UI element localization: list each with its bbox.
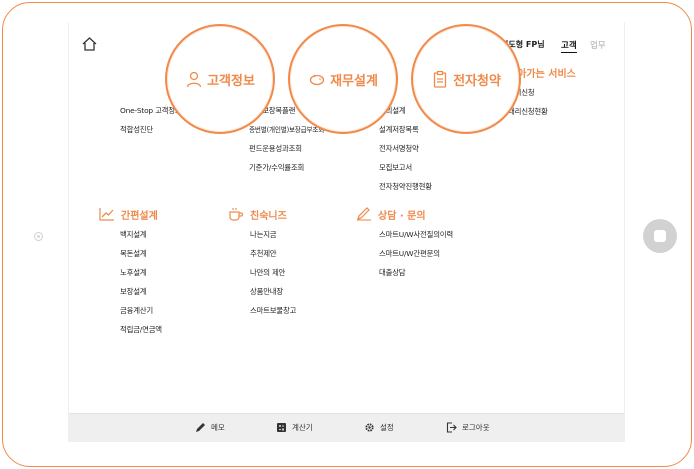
calculator-icon — [277, 423, 286, 432]
consultation-heading: 상담 · 문의 — [356, 207, 453, 222]
simple-design-title: 간편설계 — [121, 210, 158, 222]
menu-item-my-proposal[interactable]: 나만의 제안 — [250, 267, 296, 286]
menu-item-retirement[interactable]: 노후설계 — [120, 267, 162, 286]
tablet-home-button[interactable] — [643, 219, 677, 253]
calculator-button[interactable]: 계산기 — [276, 422, 313, 433]
simple-design-heading: 간편설계 — [99, 207, 162, 222]
menu-item-smart-treasure[interactable]: 스마트보물창고 — [250, 305, 296, 324]
close-needs-menu: 친숙니즈 나는지금 추천제안 나만의 제안 상품안내장 스마트보물창고 — [228, 207, 296, 324]
camera-dot — [34, 232, 43, 241]
menu-item-lump-sum[interactable]: 목돈설계 — [120, 248, 162, 267]
menu-item-recruit-report[interactable]: 모집보고서 — [379, 162, 432, 181]
menu-item-now-i[interactable]: 나는지금 — [250, 229, 296, 248]
tab-financial-plan[interactable]: 재무설계 — [288, 24, 398, 134]
piggy-bank-icon — [309, 74, 325, 86]
tab-e-subscription-label: 전자청약 — [453, 73, 501, 89]
coffee-cup-icon — [229, 208, 244, 221]
close-needs-heading: 친숙니즈 — [228, 207, 296, 222]
tab-e-subscription[interactable]: 전자청약 — [411, 24, 521, 134]
tab-financial-plan-label: 재무설계 — [330, 73, 378, 89]
settings-button[interactable]: 설정 — [364, 422, 394, 433]
e-subscription-menu: 임의설계 설계저장목록 전자서명청약 모집보고서 전자청약진행현황 — [379, 105, 432, 200]
person-icon — [186, 71, 202, 88]
menu-item-coverage-design[interactable]: 보장설계 — [120, 286, 162, 305]
logout-label: 로그아웃 — [462, 423, 490, 432]
square-icon — [654, 230, 666, 242]
menu-item-product-guide[interactable]: 상품안내장 — [250, 286, 296, 305]
menu-item-e-sub-progress[interactable]: 전자청약진행현황 — [379, 181, 432, 200]
tab-customer-info-label: 고객정보 — [207, 73, 255, 89]
menu-item-fund-performance[interactable]: 펀드운용성과조회 — [249, 143, 324, 162]
chart-line-icon — [99, 208, 114, 221]
mode-tab-customer[interactable]: 고객 — [561, 39, 577, 53]
menu-item-e-sign[interactable]: 전자서명청약 — [379, 143, 432, 162]
consultation-title: 상담 · 문의 — [378, 210, 426, 222]
tab-customer-info[interactable]: 고객정보 — [165, 24, 275, 134]
memo-label: 메모 — [211, 423, 225, 432]
gear-icon — [365, 423, 374, 432]
settings-label: 설정 — [380, 423, 394, 432]
calculator-label: 계산기 — [292, 423, 313, 432]
simple-design-menu: 간편설계 백지설계 목돈설계 노후설계 보장설계 금융계산기 적립금/연금액 — [99, 207, 162, 343]
menu-item-financial-calculator[interactable]: 금융계산기 — [120, 305, 162, 324]
menu-item-price-lookup[interactable]: 기준가/수익률조회 — [249, 162, 324, 181]
menu-item-uw-inquiry[interactable]: 스마트U/W간편문의 — [379, 248, 453, 267]
pencil-icon — [357, 207, 371, 221]
menu-item-suitability[interactable]: 적합성진단 — [120, 124, 181, 143]
logout-icon — [446, 422, 457, 433]
menu-item-coverage-lookup[interactable]: 종번별(개인별)보장급부조회 — [249, 124, 324, 143]
menu-item-loan-consult[interactable]: 대출상담 — [379, 267, 453, 286]
mode-tab-business[interactable]: 업무 — [590, 39, 606, 51]
memo-button[interactable]: 메모 — [195, 422, 225, 433]
menu-item-recommend[interactable]: 추천제안 — [250, 248, 296, 267]
close-needs-title: 친숙니즈 — [250, 210, 287, 222]
clipboard-icon — [433, 70, 447, 88]
logout-button[interactable]: 로그아웃 — [446, 422, 490, 433]
menu-item-proxy-status[interactable]: 대리신청현황 — [508, 106, 576, 125]
app-screen: 한화 김도형 FP님 고객 업무 One-Stop 고객정보 적합성진단 내일보… — [68, 22, 625, 442]
bottom-toolbar: 메모 계산기 설정 로그아웃 — [69, 413, 624, 442]
home-icon[interactable] — [82, 37, 97, 51]
menu-item-uw-history[interactable]: 스마트U/W사전질의이력 — [379, 229, 453, 248]
consultation-menu: 상담 · 문의 스마트U/W사전질의이력 스마트U/W간편문의 대출상담 — [356, 207, 453, 286]
pencil-icon — [196, 423, 205, 432]
customer-info-menu: One-Stop 고객정보 적합성진단 — [120, 105, 182, 143]
menu-item-accumulation[interactable]: 적립금/연금액 — [120, 324, 162, 343]
menu-item-blank-design[interactable]: 백지설계 — [120, 229, 162, 248]
menu-item-saved-designs[interactable]: 설계저장목록 — [379, 124, 432, 143]
